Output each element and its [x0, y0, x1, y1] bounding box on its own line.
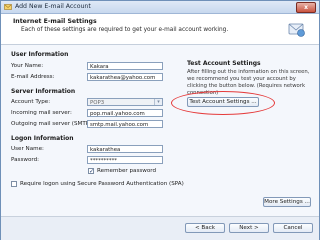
remember-password-label: Remember password	[97, 168, 157, 174]
password-label: Password:	[11, 157, 40, 163]
cancel-button[interactable]: Cancel	[273, 223, 313, 233]
spa-checkbox[interactable]	[11, 181, 17, 187]
server-info-heading: Server Information	[11, 88, 76, 95]
close-button[interactable]: x	[296, 2, 316, 13]
account-type-value: POP3	[90, 100, 105, 106]
user-info-heading: User Information	[11, 51, 69, 58]
username-field[interactable]: kakarathea	[87, 145, 163, 153]
incoming-server-field[interactable]: pop.mail.yahoo.com	[87, 109, 163, 117]
title-bar: Add New E-mail Account x	[1, 1, 319, 14]
email-field[interactable]: kakarathea@yahoo.com	[87, 73, 163, 81]
password-field[interactable]: **********	[87, 156, 163, 164]
name-label: Your Name:	[11, 63, 44, 69]
test-settings-heading: Test Account Settings	[187, 60, 261, 67]
remember-password-checkbox[interactable]: ✓	[88, 168, 94, 175]
header-subtitle: Each of these settings are required to g…	[21, 27, 229, 33]
header-title: Internet E-mail Settings	[13, 18, 97, 25]
name-field[interactable]: Kakara	[87, 62, 163, 70]
add-email-account-dialog: Add New E-mail Account x Internet E-mail…	[0, 0, 320, 240]
spa-label: Require logon using Secure Password Auth…	[20, 181, 184, 187]
footer-bar	[1, 216, 319, 240]
username-label: User Name:	[11, 146, 44, 152]
account-type-select[interactable]: POP3 ▾	[87, 98, 163, 106]
window-title: Add New E-mail Account	[15, 3, 91, 10]
account-type-label: Account Type:	[11, 99, 51, 105]
outgoing-server-label: Outgoing mail server (SMTP):	[11, 121, 94, 127]
incoming-server-label: Incoming mail server:	[11, 110, 72, 116]
dialog-header: Internet E-mail Settings Each of these s…	[1, 14, 319, 45]
test-account-settings-button[interactable]: Test Account Settings ...	[187, 97, 259, 107]
more-settings-button[interactable]: More Settings ...	[263, 197, 311, 207]
back-button[interactable]: < Back	[185, 223, 225, 233]
logon-info-heading: Logon Information	[11, 135, 74, 142]
outlook-envelope-icon	[4, 4, 12, 10]
outgoing-server-field[interactable]: smtp.mail.yahoo.com	[87, 120, 163, 128]
chevron-down-icon: ▾	[154, 99, 162, 105]
email-settings-icon	[288, 23, 305, 37]
next-button[interactable]: Next >	[229, 223, 269, 233]
email-label: E-mail Address:	[11, 74, 55, 80]
